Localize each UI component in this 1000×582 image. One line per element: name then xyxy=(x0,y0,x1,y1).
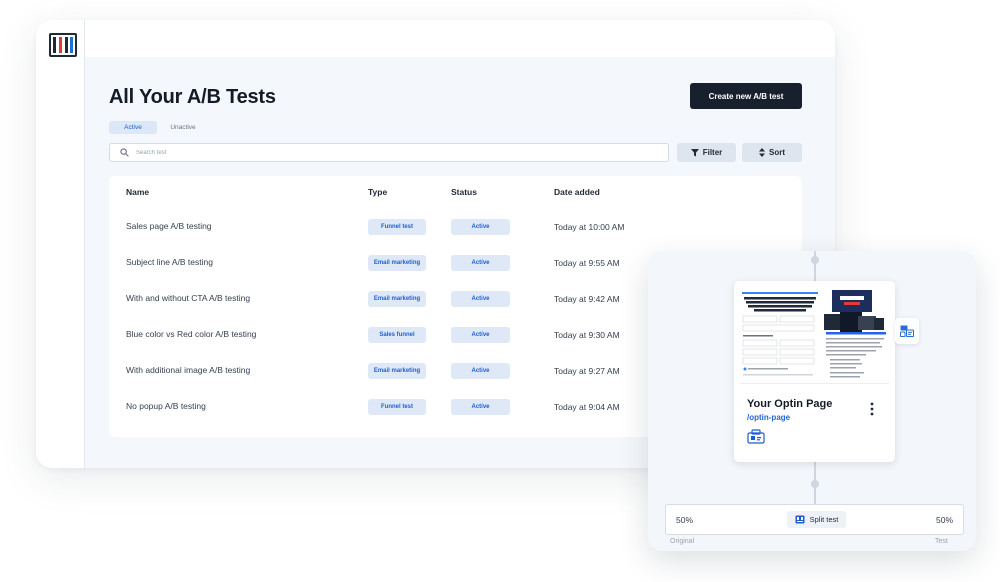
sort-button[interactable]: Sort xyxy=(742,143,802,162)
test-name[interactable]: No popup A/B testing xyxy=(126,399,206,413)
test-name[interactable]: Blue color vs Red color A/B testing xyxy=(126,327,256,341)
test-name[interactable]: Sales page A/B testing xyxy=(126,219,212,233)
sort-icon xyxy=(759,148,765,157)
original-percentage: 50% xyxy=(676,515,694,525)
table-row[interactable]: Sales page A/B testing Funnel test Activ… xyxy=(109,219,802,255)
page-thumbnail[interactable] xyxy=(740,288,889,384)
tab-active[interactable]: Active xyxy=(109,121,157,134)
type-badge: Sales funnel xyxy=(368,327,426,343)
optin-page-card[interactable]: Your Optin Page /optin-page xyxy=(734,281,895,462)
status-badge: Active xyxy=(451,255,510,271)
more-options-icon[interactable] xyxy=(868,402,876,416)
status-badge: Active xyxy=(451,399,510,415)
status-badge: Active xyxy=(451,363,510,379)
split-test-button[interactable]: Split test xyxy=(787,511,846,528)
column-header-date[interactable]: Date added xyxy=(554,187,600,197)
type-badge: Funnel test xyxy=(368,399,426,415)
optin-page-title: Your Optin Page xyxy=(747,398,833,410)
status-badge: Active xyxy=(451,291,510,307)
test-name[interactable]: With and without CTA A/B testing xyxy=(126,291,250,305)
column-header-name[interactable]: Name xyxy=(126,187,149,197)
date-added: Today at 9:42 AM xyxy=(554,294,620,304)
thumbnail-preview xyxy=(740,288,889,383)
page-type-icon xyxy=(900,325,914,337)
filter-icon xyxy=(690,148,699,156)
connector-dot xyxy=(811,256,819,264)
split-test-bar: 50% Split test 50% xyxy=(665,504,964,535)
date-added: Today at 10:00 AM xyxy=(554,222,625,232)
clickfunnels-logo-icon[interactable] xyxy=(49,33,77,57)
filter-button[interactable]: Filter xyxy=(677,143,736,162)
type-badge: Email marketing xyxy=(368,363,426,379)
status-badge: Active xyxy=(451,327,510,343)
date-added: Today at 9:55 AM xyxy=(554,258,620,268)
column-header-type[interactable]: Type xyxy=(368,187,387,197)
split-test-icon xyxy=(795,515,805,524)
page-type-button[interactable] xyxy=(895,318,919,344)
status-badge: Active xyxy=(451,219,510,235)
search-icon xyxy=(120,148,129,157)
test-name[interactable]: With additional image A/B testing xyxy=(126,363,250,377)
date-added: Today at 9:04 AM xyxy=(554,402,620,412)
search-input[interactable] xyxy=(136,144,656,161)
column-header-status[interactable]: Status xyxy=(451,187,477,197)
split-test-label: Split test xyxy=(809,515,839,524)
page-title: All Your A/B Tests xyxy=(109,86,276,108)
sidebar xyxy=(36,20,85,468)
test-percentage: 50% xyxy=(935,515,953,525)
filter-label: Filter xyxy=(702,148,723,157)
split-test-panel: Your Optin Page /optin-page 50% Split te… xyxy=(648,251,976,551)
type-badge: Email marketing xyxy=(368,255,426,271)
type-badge: Email marketing xyxy=(368,291,426,307)
date-added: Today at 9:27 AM xyxy=(554,366,620,376)
original-caption: Original xyxy=(670,538,695,545)
type-badge: Funnel test xyxy=(368,219,426,235)
top-bar xyxy=(36,20,835,57)
create-ab-test-button[interactable]: Create new A/B test xyxy=(690,83,802,109)
test-name[interactable]: Subject line A/B testing xyxy=(126,255,213,269)
connector-dot xyxy=(811,480,819,488)
optin-funnel-icon xyxy=(747,429,765,444)
optin-page-path[interactable]: /optin-page xyxy=(747,413,790,422)
date-added: Today at 9:30 AM xyxy=(554,330,620,340)
test-caption: Test xyxy=(935,538,948,545)
search-box[interactable] xyxy=(109,143,669,162)
sort-label: Sort xyxy=(769,148,785,157)
tab-unactive[interactable]: Unactive xyxy=(160,121,206,134)
